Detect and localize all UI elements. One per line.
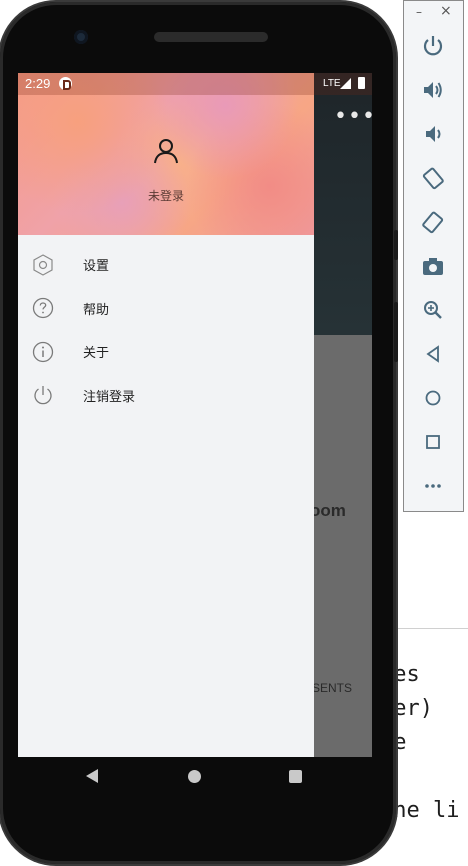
volume-up-icon[interactable] bbox=[420, 77, 446, 103]
status-bar: 2:29 LTE bbox=[18, 73, 372, 95]
phone-frame: ••• oom SENTS 未登录 设置 帮助 关于 注销登录 2:29 LTE bbox=[0, 2, 398, 864]
volume-down-icon[interactable] bbox=[420, 121, 446, 147]
navigation-drawer: 未登录 设置 帮助 关于 注销登录 bbox=[18, 73, 314, 757]
toolbar-window-controls: – × bbox=[404, 1, 465, 27]
earpiece-speaker bbox=[154, 32, 268, 42]
menu-item-settings[interactable]: 设置 bbox=[18, 243, 314, 287]
back-icon[interactable] bbox=[86, 769, 98, 783]
menu-item-logout[interactable]: 注销登录 bbox=[18, 374, 314, 418]
menu-item-label: 注销登录 bbox=[83, 389, 136, 405]
zoom-icon[interactable] bbox=[420, 297, 446, 323]
background-app-tab: SENTS bbox=[312, 681, 353, 695]
settings-icon bbox=[33, 254, 53, 276]
home-icon[interactable] bbox=[188, 770, 201, 783]
phone-screen: ••• oom SENTS 未登录 设置 帮助 关于 注销登录 2:29 LTE bbox=[18, 73, 372, 757]
back-icon[interactable] bbox=[420, 341, 446, 367]
menu-item-label: 帮助 bbox=[83, 302, 110, 318]
phone-side-button bbox=[394, 230, 398, 260]
home-icon[interactable] bbox=[420, 385, 446, 411]
drawer-header: 未登录 bbox=[18, 73, 314, 235]
network-type: LTE bbox=[323, 78, 341, 89]
background-app-title: oom bbox=[310, 501, 346, 520]
system-nav-bar bbox=[18, 755, 372, 799]
rotate-right-icon[interactable] bbox=[420, 209, 446, 235]
overview-icon[interactable] bbox=[420, 429, 446, 455]
emulator-toolbar: – × bbox=[403, 0, 464, 512]
user-avatar-icon[interactable] bbox=[152, 137, 180, 165]
close-button[interactable]: × bbox=[440, 3, 452, 19]
more-icon[interactable] bbox=[420, 473, 446, 499]
menu-item-label: 关于 bbox=[83, 346, 110, 362]
menu-item-help[interactable]: 帮助 bbox=[18, 287, 314, 331]
login-status-label[interactable]: 未登录 bbox=[18, 187, 314, 204]
menu-item-label: 设置 bbox=[83, 259, 110, 275]
phone-side-button bbox=[394, 302, 398, 362]
help-icon bbox=[32, 298, 54, 319]
recents-icon[interactable] bbox=[289, 770, 302, 783]
menu-item-about[interactable]: 关于 bbox=[18, 330, 314, 374]
power-icon[interactable] bbox=[420, 33, 446, 59]
minimize-button[interactable]: – bbox=[416, 5, 422, 19]
notification-app-icon bbox=[59, 77, 72, 90]
info-icon bbox=[32, 341, 54, 362]
more-options-icon[interactable]: ••• bbox=[334, 106, 372, 128]
front-camera bbox=[74, 30, 88, 44]
drawer-menu: 设置 帮助 关于 注销登录 bbox=[18, 243, 314, 417]
signal-icon bbox=[340, 78, 351, 89]
status-time: 2:29 bbox=[25, 76, 51, 91]
rotate-left-icon[interactable] bbox=[420, 165, 446, 191]
power-icon bbox=[34, 386, 52, 405]
battery-icon bbox=[358, 77, 365, 89]
camera-icon[interactable] bbox=[420, 253, 446, 279]
